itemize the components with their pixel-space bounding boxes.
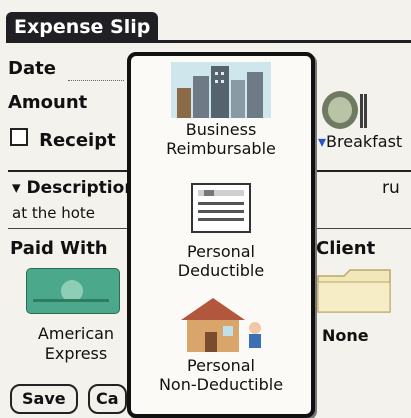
category-dropdown[interactable]: ▾Breakfast <box>318 132 402 151</box>
amount-label: Amount <box>8 92 88 113</box>
date-field-line[interactable] <box>68 80 124 81</box>
popup-item-label-line1: Business <box>185 120 257 139</box>
paid-with-label: Paid With <box>10 238 108 259</box>
form-document-icon <box>186 180 256 236</box>
popup-item-personal-non-deductible[interactable]: Personal Non-Deductible <box>131 292 311 394</box>
cancel-button[interactable]: Ca <box>88 384 127 414</box>
chevron-down-icon: ▾ <box>318 132 327 151</box>
date-label: Date <box>8 58 56 79</box>
popup-item-label-line2: Reimbursable <box>166 139 276 158</box>
popup-item-label-line2: Deductible <box>177 261 265 280</box>
description-label: Description <box>26 178 137 198</box>
description-dropdown[interactable]: ▾ Description <box>12 178 136 198</box>
save-button[interactable]: Save <box>10 384 78 414</box>
client-label: Client <box>316 238 376 259</box>
folder-icon[interactable] <box>316 268 392 314</box>
paid-with-value-line1: American <box>37 324 115 343</box>
receipt-checkbox-row[interactable]: Receipt <box>10 128 116 151</box>
client-value[interactable]: None <box>322 326 369 345</box>
chevron-down-icon: ▾ <box>12 178 21 198</box>
house-icon <box>173 292 269 354</box>
category-value: Breakfast <box>326 132 403 151</box>
app-title: Expense Slip <box>6 12 159 42</box>
description-text-right: ru <box>382 178 400 198</box>
description-text[interactable]: at the hote <box>12 204 95 222</box>
popup-item-label-line1: Personal <box>186 356 255 375</box>
credit-card-icon[interactable] <box>26 268 120 314</box>
title-bar: Expense Slip <box>0 0 411 44</box>
popup-item-personal-deductible[interactable]: Personal Deductible <box>131 180 311 280</box>
popup-item-label-line2: Non-Deductible <box>158 375 284 394</box>
paid-with-value-line2: Express <box>44 344 108 363</box>
paid-with-value[interactable]: American Express <box>26 324 126 364</box>
popup-item-business-reimbursable[interactable]: Business Reimbursable <box>131 62 311 158</box>
popup-item-label-line1: Personal <box>186 242 255 261</box>
receipt-label: Receipt <box>39 130 116 151</box>
expense-type-popup: Business Reimbursable Personal Deductibl… <box>127 52 315 418</box>
title-divider <box>6 40 411 43</box>
breakfast-icon[interactable] <box>320 84 370 136</box>
receipt-checkbox[interactable] <box>10 128 28 146</box>
city-skyline-icon <box>171 62 271 118</box>
